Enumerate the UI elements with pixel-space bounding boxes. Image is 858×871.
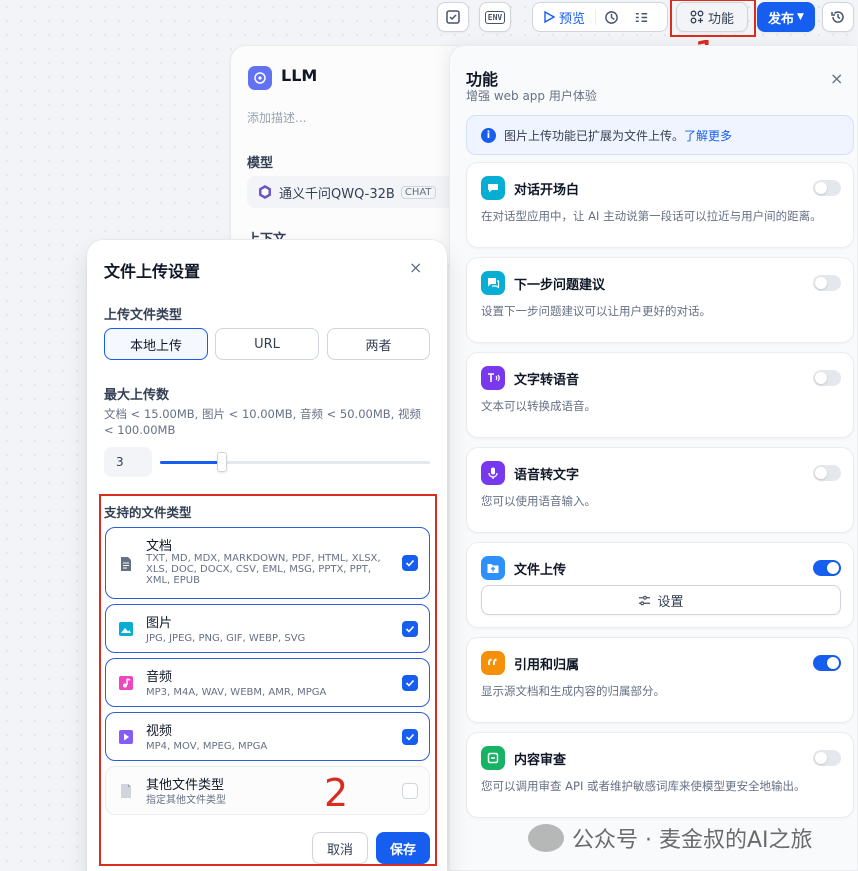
play-icon — [544, 11, 555, 23]
feature-toggle[interactable] — [813, 275, 841, 291]
variables-button[interactable] — [626, 3, 656, 31]
env-icon: ENV — [484, 10, 506, 24]
max-upload-label: 最大上传数 — [104, 388, 170, 403]
feature-card-citation: 引用和归属 显示源文档和生成内容的归属部分。 — [466, 637, 854, 723]
learn-more-link[interactable]: 了解更多 — [684, 129, 732, 143]
microphone-icon — [481, 461, 505, 485]
wechat-logo-icon — [528, 824, 564, 852]
highlight-box-file-types — [99, 494, 437, 866]
max-upload-input[interactable]: 3 — [104, 447, 152, 477]
slider-fill — [160, 461, 223, 464]
watermark: 公众号 · 麦金叔的AI之旅 — [528, 822, 813, 854]
panel-subtitle: 增强 web app 用户体验 — [466, 89, 597, 103]
highlight-box-features — [670, 0, 756, 37]
file-upload-settings-button[interactable]: 设置 — [481, 585, 841, 615]
max-upload-slider[interactable] — [160, 461, 430, 464]
upload-type-both[interactable]: 两者 — [327, 328, 430, 360]
preview-label: 预览 — [559, 11, 586, 27]
close-icon[interactable]: × — [409, 258, 422, 277]
clock-play-icon — [604, 10, 618, 24]
size-limit-text: 文档 < 15.00MB, 图片 < 10.00MB, 音频 < 50.00MB… — [104, 407, 421, 437]
feature-toggle[interactable] — [813, 465, 841, 481]
feature-card-opening-statement: 对话开场白 在对话型应用中，让 AI 主动说第一段话可以拉近与用户间的距离。 — [466, 162, 854, 248]
shield-check-icon — [481, 746, 505, 770]
annotation-number-2: 2 — [324, 771, 349, 815]
env-button[interactable]: ENV — [479, 2, 511, 32]
model-label: 模型 — [247, 156, 274, 171]
text-to-speech-icon — [481, 366, 505, 390]
feature-card-moderation: 内容审查 您可以调用审查 API 或者维护敏感词库来使模型更安全地输出。 — [466, 732, 854, 818]
feature-card-suggested-questions: 下一步问题建议 设置下一步问题建议可以让用户更好的对话。 — [466, 257, 854, 343]
info-text: 图片上传功能已扩展为文件上传。 — [504, 128, 685, 143]
feature-description: 您可以使用语音输入。 — [481, 494, 596, 508]
history-icon — [831, 11, 844, 23]
checklist-button[interactable] — [437, 2, 469, 32]
feature-card-file-upload: 文件上传 设置 — [466, 542, 854, 628]
feature-title: 内容审查 — [514, 753, 567, 768]
watermark-text: 公众号 · 麦金叔的AI之旅 — [572, 828, 813, 853]
upload-type-url[interactable]: URL — [215, 328, 319, 360]
features-panel: 功能 增强 web app 用户体验 × i 图片上传功能已扩展为文件上传。了解… — [449, 45, 858, 871]
model-type-badge: CHAT — [400, 185, 436, 199]
feature-toggle[interactable] — [813, 370, 841, 386]
feature-title: 文件上传 — [514, 563, 567, 578]
feature-toggle[interactable] — [813, 750, 841, 766]
feature-toggle[interactable] — [813, 655, 841, 671]
list-check-icon — [635, 12, 647, 22]
info-banner: i 图片上传功能已扩展为文件上传。了解更多 — [466, 115, 854, 155]
preview-group: 预览 — [532, 2, 668, 32]
model-selector[interactable]: 通义千问QWQ-32B CHAT — [247, 176, 462, 208]
feature-toggle[interactable] — [813, 560, 841, 576]
preview-button[interactable]: 预览 — [533, 3, 595, 31]
settings-label: 设置 — [657, 594, 684, 610]
publish-label: 发布 — [768, 11, 795, 27]
upload-type-local[interactable]: 本地上传 — [104, 328, 208, 360]
feature-title: 语音转文字 — [514, 468, 580, 483]
feature-toggle[interactable] — [813, 180, 841, 196]
qwen-logo-icon — [259, 185, 271, 199]
feature-description: 显示源文档和生成内容的归属部分。 — [481, 684, 665, 698]
upload-type-label: 上传文件类型 — [104, 308, 183, 323]
message-question-icon — [481, 271, 505, 295]
llm-node-title: LLM — [281, 66, 318, 85]
chat-bubble-icon — [481, 176, 505, 200]
feature-description: 文本可以转换成语音。 — [481, 399, 596, 413]
info-icon: i — [481, 127, 496, 143]
model-name: 通义千问QWQ-32B — [279, 186, 395, 202]
feature-title: 文字转语音 — [514, 373, 580, 388]
llm-icon — [248, 66, 272, 90]
slider-handle[interactable] — [217, 452, 228, 472]
feature-title: 对话开场白 — [514, 183, 580, 198]
history-button[interactable] — [822, 2, 854, 32]
close-icon[interactable]: × — [830, 69, 843, 88]
feature-card-speech-to-text: 语音转文字 您可以使用语音输入。 — [466, 447, 854, 533]
feature-description: 设置下一步问题建议可以让用户更好的对话。 — [481, 304, 711, 318]
chevron-down-icon: ▼ — [797, 12, 804, 22]
folder-upload-icon — [481, 556, 505, 580]
settings-sliders-icon — [639, 595, 651, 605]
feature-title: 引用和归属 — [514, 658, 580, 673]
feature-card-text-to-speech: 文字转语音 文本可以转换成语音。 — [466, 352, 854, 438]
checklist-icon — [446, 10, 460, 24]
modal-title: 文件上传设置 — [104, 262, 201, 281]
quote-icon — [481, 651, 505, 675]
run-history-button[interactable] — [596, 3, 626, 31]
llm-node-card[interactable]: LLM 添加描述... 模型 通义千问QWQ-32B CHAT 上下文 — [230, 45, 470, 265]
feature-title: 下一步问题建议 — [514, 278, 606, 293]
feature-description: 您可以调用审查 API 或者维护敏感词库来使模型更安全地输出。 — [481, 779, 806, 793]
feature-description: 在对话型应用中，让 AI 主动说第一段话可以拉近与用户间的距离。 — [481, 209, 822, 223]
llm-description-input[interactable]: 添加描述... — [247, 109, 306, 126]
publish-button[interactable]: 发布 ▼ — [757, 2, 815, 32]
